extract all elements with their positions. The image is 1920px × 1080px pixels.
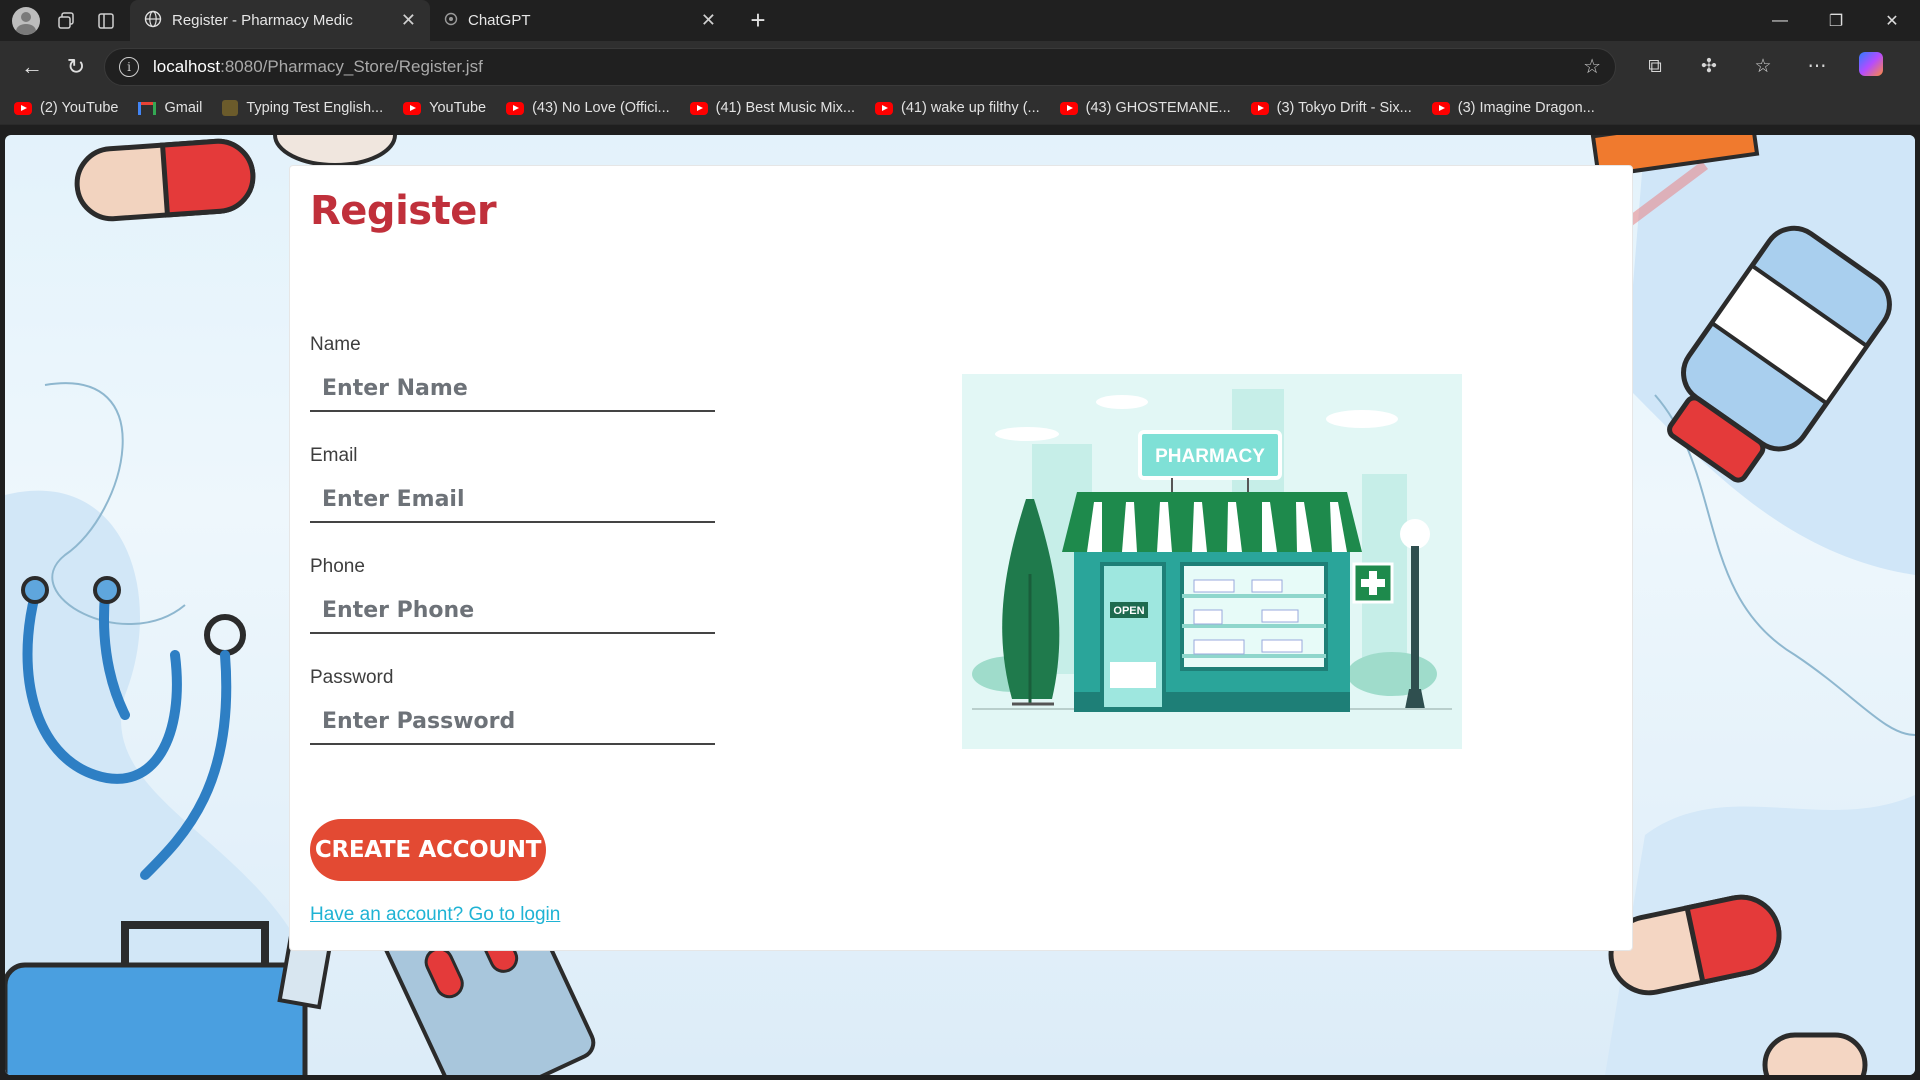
youtube-icon [506,101,525,115]
name-field-group: Name [310,334,715,412]
favorite-star-icon[interactable]: ☆ [1583,54,1601,79]
bookmark-item[interactable]: (3) Tokyo Drift - Six... [1250,100,1412,116]
gmail-icon [138,101,157,115]
go-to-login-link[interactable]: Have an account? Go to login [310,904,560,926]
register-card: Register Name Email Phone Password CREAT… [289,165,1633,951]
page-viewport: Register Name Email Phone Password CREAT… [5,135,1915,1075]
url-host: localhost [153,56,221,76]
pharmacy-illustration: OPEN PHARMACY [962,374,1462,749]
password-input[interactable] [310,699,715,745]
name-input[interactable] [310,366,715,412]
extensions-icon[interactable]: ✣ [1682,55,1736,78]
open-sign: OPEN [1113,605,1144,617]
phone-field-group: Phone [310,556,715,634]
email-field-group: Email [310,445,715,523]
split-screen-icon[interactable]: ⧉ [1628,56,1682,78]
site-info-icon[interactable]: i [119,56,139,77]
phone-input[interactable] [310,588,715,634]
youtube-icon [875,101,894,115]
reload-icon[interactable]: ↻ [54,47,98,87]
bookmark-item[interactable]: (41) wake up filthy (... [875,100,1040,116]
youtube-icon [403,101,422,115]
bookmark-item[interactable]: (43) No Love (Offici... [506,100,670,116]
password-field-group: Password [310,667,715,745]
minimize-icon[interactable]: — [1752,0,1808,41]
new-tab-icon[interactable]: + [740,5,776,36]
page-title: Register [310,188,497,234]
tab-chatgpt[interactable]: ChatGPT ✕ [430,0,730,41]
back-icon[interactable]: ← [10,47,54,87]
globe-icon [144,10,162,32]
capsule-icon [74,138,256,222]
more-menu-icon[interactable]: ⋯ [1790,55,1844,78]
window-controls: — ❐ ✕ [1752,0,1920,41]
bookmarks-bar: (2) YouTube Gmail Typing Test English...… [0,92,1920,125]
bookmark-item[interactable]: (41) Best Music Mix... [689,100,855,116]
browser-titlebar: Register - Pharmacy Medic ✕ ChatGPT ✕ + … [0,0,1920,41]
tab-title: ChatGPT [468,12,531,29]
workspaces-icon[interactable] [46,0,86,41]
create-account-button[interactable]: CREATE ACCOUNT [310,819,546,881]
favorites-icon[interactable]: ☆ [1736,55,1790,78]
bookmark-item[interactable]: (43) GHOSTEMANE... [1059,100,1231,116]
copilot-icon[interactable] [1844,51,1898,82]
address-bar[interactable]: i localhost :8080/Pharmacy_Store/Registe… [104,47,1616,86]
tab-register[interactable]: Register - Pharmacy Medic ✕ [130,0,430,41]
bookmark-item[interactable]: Typing Test English... [222,100,383,116]
bookmark-item[interactable]: (2) YouTube [14,100,118,116]
url-path: :8080/Pharmacy_Store/Register.jsf [220,56,483,76]
address-toolbar: ← ↻ i localhost :8080/Pharmacy_Store/Reg… [0,41,1920,92]
tab-title: Register - Pharmacy Medic [172,12,353,29]
restore-icon[interactable]: ❐ [1808,0,1864,41]
youtube-icon [1059,101,1078,115]
name-label: Name [310,334,361,355]
phone-label: Phone [310,556,365,577]
close-tab-icon[interactable]: ✕ [701,10,716,31]
typing-icon [222,100,239,116]
youtube-icon [1431,101,1450,115]
close-tab-icon[interactable]: ✕ [401,10,416,31]
bookmark-item[interactable]: YouTube [403,100,486,116]
youtube-icon [1250,101,1269,115]
profile-avatar-icon[interactable] [12,6,40,35]
bookmark-item[interactable]: Gmail [138,100,202,116]
youtube-icon [14,101,32,115]
tablet-icon [273,135,397,167]
bookmark-item[interactable]: (3) Imagine Dragon... [1431,100,1595,116]
pharmacy-sign: PHARMACY [1155,446,1265,467]
tab-actions-icon[interactable] [86,0,126,41]
email-input[interactable] [310,477,715,523]
chatgpt-icon [444,12,458,30]
email-label: Email [310,445,358,466]
capsule-icon [1762,1032,1868,1075]
close-window-icon[interactable]: ✕ [1864,0,1920,41]
password-label: Password [310,667,394,688]
youtube-icon [689,101,708,115]
